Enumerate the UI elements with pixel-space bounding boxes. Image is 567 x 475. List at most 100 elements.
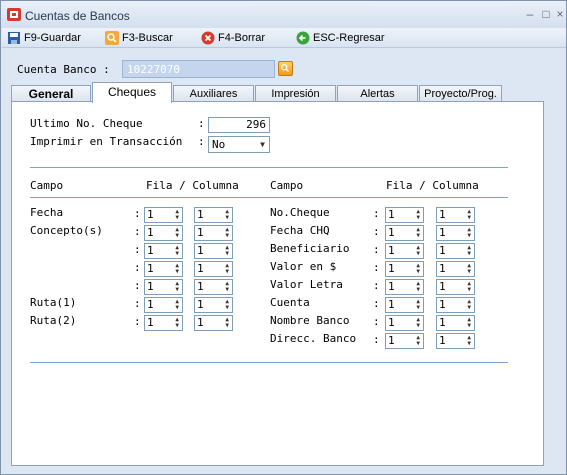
fila-spinner-right[interactable]: 1 ▲ ▼ — [385, 261, 424, 277]
spin-arrows-icon[interactable]: ▲ ▼ — [416, 227, 420, 239]
colon: : — [373, 225, 380, 238]
buscar-button[interactable]: F3-Buscar — [105, 30, 173, 46]
divider — [30, 167, 508, 168]
cuenta-search-button[interactable] — [278, 61, 293, 76]
fila-spinner-right[interactable]: 1 ▲ ▼ — [385, 297, 424, 313]
spin-arrows-icon[interactable]: ▲ ▼ — [416, 299, 420, 311]
spin-arrows-icon[interactable]: ▲ ▼ — [416, 281, 420, 293]
colon: : — [134, 315, 141, 328]
columna-spinner-left[interactable]: 1 ▲ ▼ — [194, 261, 233, 277]
spin-arrows-icon[interactable]: ▲ ▼ — [225, 209, 229, 221]
spin-arrows-icon[interactable]: ▲ ▼ — [416, 263, 420, 275]
content-area: Cuenta Banco : 10227070 General Cheques … — [2, 49, 566, 474]
columna-spinner-right[interactable]: 1 ▲ ▼ — [436, 243, 475, 259]
spin-arrows-icon[interactable]: ▲ ▼ — [225, 245, 229, 257]
columna-spinner-left[interactable]: 1 ▲ ▼ — [194, 315, 233, 331]
spin-arrows-icon[interactable]: ▲ ▼ — [416, 335, 420, 347]
spin-arrows-icon[interactable]: ▲ ▼ — [175, 281, 179, 293]
fila-spinner-right[interactable]: 1 ▲ ▼ — [385, 207, 424, 223]
spin-value: 1 — [388, 208, 395, 221]
spin-arrows-icon[interactable]: ▲ ▼ — [225, 263, 229, 275]
divider — [30, 362, 508, 363]
app-icon — [7, 8, 21, 21]
tab-impresion[interactable]: Impresión — [255, 85, 336, 102]
close-icon[interactable]: × — [553, 7, 567, 21]
spin-arrows-icon[interactable]: ▲ ▼ — [467, 281, 471, 293]
fila-spinner-left[interactable]: 1 ▲ ▼ — [144, 297, 183, 313]
columna-spinner-right[interactable]: 1 ▲ ▼ — [436, 261, 475, 277]
columna-spinner-right[interactable]: 1 ▲ ▼ — [436, 315, 475, 331]
fila-spinner-left[interactable]: 1 ▲ ▼ — [144, 207, 183, 223]
spin-arrows-icon[interactable]: ▲ ▼ — [467, 209, 471, 221]
spin-arrows-icon[interactable]: ▲ ▼ — [467, 263, 471, 275]
guardar-button[interactable]: F9-Guardar — [7, 30, 81, 46]
spin-arrows-icon[interactable]: ▲ ▼ — [175, 209, 179, 221]
field-label-left: Ruta(2) — [30, 314, 77, 327]
columna-spinner-left[interactable]: 1 ▲ ▼ — [194, 207, 233, 223]
tab-alertas[interactable]: Alertas — [337, 85, 418, 102]
tab-proyecto[interactable]: Proyecto/Prog. — [419, 85, 502, 102]
spin-arrows-icon[interactable]: ▲ ▼ — [225, 317, 229, 329]
spin-arrows-icon[interactable]: ▲ ▼ — [225, 227, 229, 239]
borrar-button[interactable]: F4-Borrar — [201, 30, 265, 46]
fila-spinner-right[interactable]: 1 ▲ ▼ — [385, 279, 424, 295]
spin-arrows-icon[interactable]: ▲ ▼ — [467, 299, 471, 311]
spin-arrows-icon[interactable]: ▲ ▼ — [467, 227, 471, 239]
spin-arrows-icon[interactable]: ▲ ▼ — [225, 281, 229, 293]
cuenta-banco-input[interactable]: 10227070 — [122, 60, 275, 78]
columna-spinner-left[interactable]: 1 ▲ ▼ — [194, 279, 233, 295]
fila-spinner-left[interactable]: 1 ▲ ▼ — [144, 225, 183, 241]
fila-spinner-left[interactable]: 1 ▲ ▼ — [144, 315, 183, 331]
fila-spinner-right[interactable]: 1 ▲ ▼ — [385, 315, 424, 331]
tab-auxiliares[interactable]: Auxiliares — [173, 85, 254, 102]
columna-spinner-right[interactable]: 1 ▲ ▼ — [436, 279, 475, 295]
tab-cheques[interactable]: Cheques — [92, 82, 172, 103]
fila-spinner-left[interactable]: 1 ▲ ▼ — [144, 261, 183, 277]
columna-spinner-left[interactable]: 1 ▲ ▼ — [194, 225, 233, 241]
spin-value: 1 — [197, 244, 204, 257]
spin-arrows-icon[interactable]: ▲ ▼ — [416, 245, 420, 257]
tab-general[interactable]: General — [11, 85, 91, 102]
spin-arrows-icon[interactable]: ▲ ▼ — [416, 317, 420, 329]
back-arrow-icon — [296, 31, 310, 45]
spin-value: 1 — [439, 208, 446, 221]
spin-value: 1 — [147, 316, 154, 329]
toolbar: F9-Guardar F3-Buscar F4-Borrar ESC-Regre… — [2, 28, 566, 48]
spin-arrows-icon[interactable]: ▲ ▼ — [225, 299, 229, 311]
columna-spinner-right[interactable]: 1 ▲ ▼ — [436, 225, 475, 241]
columna-spinner-right[interactable]: 1 ▲ ▼ — [436, 207, 475, 223]
search-icon — [280, 63, 289, 72]
spin-value: 1 — [147, 298, 154, 311]
fila-spinner-right[interactable]: 1 ▲ ▼ — [385, 333, 424, 349]
spin-value: 1 — [197, 226, 204, 239]
columna-spinner-left[interactable]: 1 ▲ ▼ — [194, 243, 233, 259]
ultimo-cheque-label: Ultimo No. Cheque — [30, 117, 143, 130]
field-label-right: Nombre Banco — [270, 314, 350, 327]
spin-arrows-icon[interactable]: ▲ ▼ — [175, 317, 179, 329]
columna-spinner-left[interactable]: 1 ▲ ▼ — [194, 297, 233, 313]
fila-spinner-left[interactable]: 1 ▲ ▼ — [144, 279, 183, 295]
columna-spinner-right[interactable]: 1 ▲ ▼ — [436, 297, 475, 313]
spin-arrows-icon[interactable]: ▲ ▼ — [467, 317, 471, 329]
ultimo-cheque-input[interactable]: 296 — [208, 117, 270, 133]
maximize-icon[interactable]: □ — [539, 7, 553, 21]
colon: : — [134, 207, 141, 220]
spin-arrows-icon[interactable]: ▲ ▼ — [175, 263, 179, 275]
columna-spinner-right[interactable]: 1 ▲ ▼ — [436, 333, 475, 349]
colon: : — [373, 243, 380, 256]
spin-arrows-icon[interactable]: ▲ ▼ — [467, 245, 471, 257]
spin-value: 1 — [439, 316, 446, 329]
fila-spinner-right[interactable]: 1 ▲ ▼ — [385, 243, 424, 259]
spin-value: 1 — [439, 244, 446, 257]
fila-spinner-right[interactable]: 1 ▲ ▼ — [385, 225, 424, 241]
imprimir-select[interactable]: No ▼ — [208, 136, 270, 153]
regresar-button[interactable]: ESC-Regresar — [296, 30, 385, 46]
spin-arrows-icon[interactable]: ▲ ▼ — [175, 299, 179, 311]
spin-arrows-icon[interactable]: ▲ ▼ — [416, 209, 420, 221]
field-label-left: Concepto(s) — [30, 224, 103, 237]
minimize-icon[interactable]: – — [523, 7, 537, 21]
fila-spinner-left[interactable]: 1 ▲ ▼ — [144, 243, 183, 259]
spin-arrows-icon[interactable]: ▲ ▼ — [175, 227, 179, 239]
spin-arrows-icon[interactable]: ▲ ▼ — [467, 335, 471, 347]
spin-arrows-icon[interactable]: ▲ ▼ — [175, 245, 179, 257]
